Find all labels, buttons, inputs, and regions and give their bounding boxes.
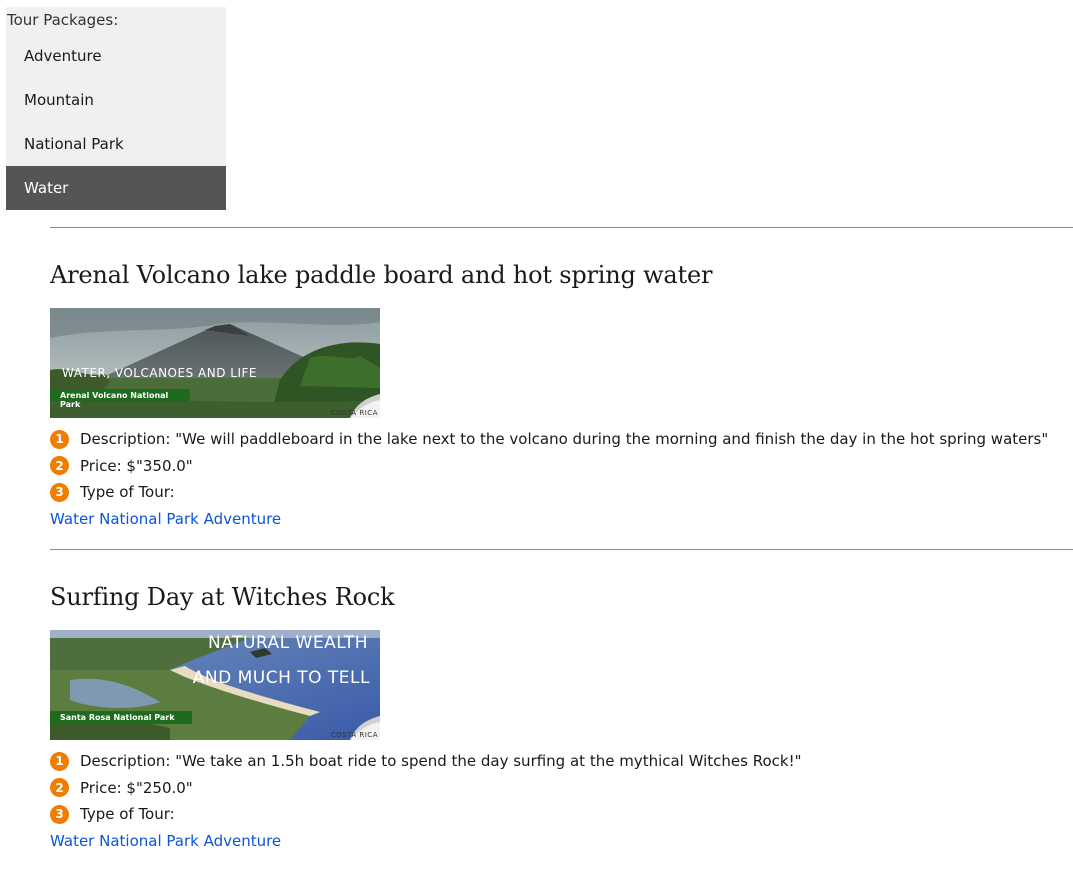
detail-type: 3 Type of Tour:: [50, 479, 1073, 506]
tour-card: Surfing Day at Witches Rock NATURAL WEAL…: [50, 549, 1073, 871]
tour-list: Arenal Volcano lake paddle board and hot…: [50, 227, 1073, 871]
detail-text: Type of Tour:: [80, 805, 175, 824]
menu-item-national-park[interactable]: National Park: [6, 122, 226, 166]
detail-type: 3 Type of Tour:: [50, 801, 1073, 828]
detail-text: Price: $"350.0": [80, 456, 193, 475]
number-badge-icon: 1: [50, 751, 69, 771]
menu-item-adventure[interactable]: Adventure: [6, 34, 226, 78]
tour-details: 1 Description: "We take an 1.5h boat rid…: [50, 748, 1073, 828]
banner-caption: Natural wealth: [208, 633, 368, 653]
tour-card: Arenal Volcano lake paddle board and hot…: [50, 227, 1073, 549]
banner-country: COSTA RICA: [330, 731, 378, 739]
tour-title: Arenal Volcano lake paddle board and hot…: [50, 261, 713, 289]
number-badge-icon: 1: [50, 429, 69, 449]
number-badge-icon: 2: [50, 778, 69, 798]
detail-price: 2 Price: $"350.0": [50, 453, 1073, 480]
detail-text: Price: $"250.0": [80, 778, 193, 797]
banner-park-label: Santa Rosa National Park: [50, 711, 192, 724]
number-badge-icon: 2: [50, 456, 69, 476]
banner-country: COSTA RICA: [330, 409, 378, 417]
menu-title: Tour Packages:: [7, 11, 119, 29]
banner-park-label: Arenal Volcano National Park: [50, 389, 190, 409]
number-badge-icon: 3: [50, 482, 69, 502]
tour-packages-menu: Tour Packages: Adventure Mountain Nation…: [6, 7, 226, 210]
banner-caption: Water, volcanoes and life: [62, 366, 257, 380]
banner-caption-line2: and much to tell: [192, 668, 370, 688]
detail-text: Type of Tour:: [80, 483, 175, 502]
detail-price: 2 Price: $"250.0": [50, 775, 1073, 802]
tour-banner-image: Natural wealth and much to tell Santa Ro…: [50, 630, 380, 740]
number-badge-icon: 3: [50, 804, 69, 824]
menu-item-mountain[interactable]: Mountain: [6, 78, 226, 122]
detail-text: Description: "We take an 1.5h boat ride …: [80, 752, 802, 771]
detail-text: Description: "We will paddleboard in the…: [80, 430, 1049, 449]
tour-title: Surfing Day at Witches Rock: [50, 583, 395, 611]
tour-details: 1 Description: "We will paddleboard in t…: [50, 426, 1073, 506]
detail-description: 1 Description: "We take an 1.5h boat rid…: [50, 748, 1073, 775]
tour-type-link[interactable]: Water National Park Adventure: [50, 828, 1073, 854]
tour-type-link[interactable]: Water National Park Adventure: [50, 506, 1073, 532]
menu-item-water[interactable]: Water: [6, 166, 226, 210]
detail-description: 1 Description: "We will paddleboard in t…: [50, 426, 1073, 453]
tour-banner-image: Water, volcanoes and life Arenal Volcano…: [50, 308, 380, 418]
